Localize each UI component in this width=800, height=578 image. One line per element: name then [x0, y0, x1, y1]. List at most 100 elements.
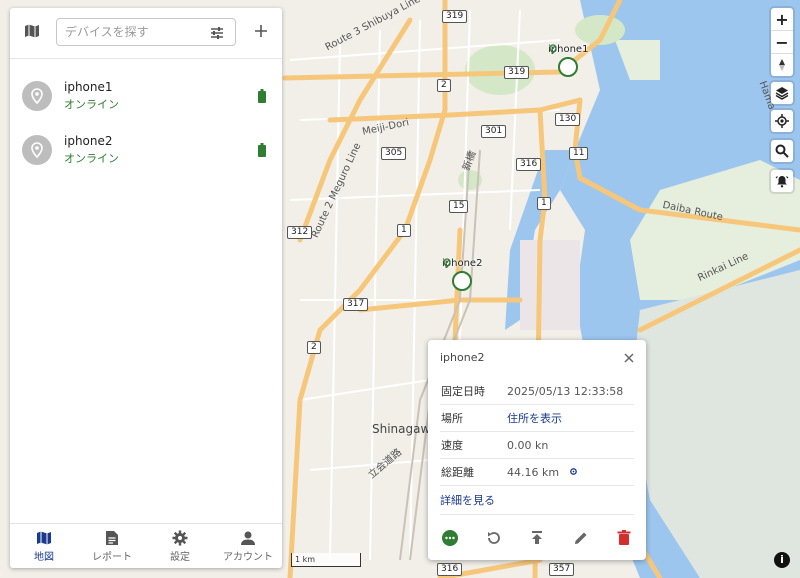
nav-account[interactable]: アカウント — [214, 524, 282, 568]
pencil-icon — [574, 532, 586, 544]
battery-full-icon — [258, 143, 266, 160]
nav-label: レポート — [92, 551, 132, 563]
crosshair-icon — [775, 114, 789, 128]
layers-button[interactable] — [771, 82, 793, 104]
zoom-controls: + − — [771, 8, 793, 76]
table-row: 場所 住所を表示 — [440, 404, 634, 432]
zoom-in-button[interactable]: + — [771, 8, 793, 31]
location-pin-icon — [443, 258, 473, 291]
delete-button[interactable] — [614, 528, 634, 548]
device-marker-iphone2[interactable]: iphone2 — [442, 258, 482, 291]
trash-icon — [617, 530, 631, 545]
view-details-link[interactable]: 詳細を見る — [440, 492, 634, 515]
add-device-button[interactable] — [254, 21, 268, 41]
popup-title: iphone2 — [440, 350, 485, 364]
road-shield: 1 — [537, 197, 551, 210]
zoom-out-button[interactable]: − — [771, 31, 793, 54]
popup-actions — [440, 528, 634, 548]
send-command-button[interactable] — [527, 528, 547, 548]
road-shield: 357 — [549, 563, 575, 576]
device-status: オンライン — [64, 98, 119, 111]
gear-icon — [172, 530, 188, 545]
layer-control — [771, 82, 793, 104]
report-icon — [106, 530, 118, 545]
map-icon — [37, 531, 51, 544]
device-popup: iphone2 固定日時 2025/05/13 12:33:58 場所 住所を表… — [428, 340, 646, 560]
more-options-button[interactable] — [440, 528, 460, 548]
location-pin-icon — [549, 44, 579, 77]
road-shield: 2 — [437, 79, 451, 92]
row-key: 場所 — [440, 404, 506, 432]
location-pin-icon — [31, 142, 43, 158]
nav-map[interactable]: 地図 — [10, 524, 78, 568]
battery-full-icon — [258, 89, 266, 106]
replay-icon — [487, 532, 500, 544]
road-shield: 301 — [481, 125, 507, 138]
nav-label: 設定 — [170, 551, 190, 563]
close-button[interactable] — [624, 348, 634, 367]
table-row: 総距離 44.16 km — [440, 458, 634, 486]
close-icon — [624, 352, 634, 363]
filter-button[interactable] — [209, 25, 225, 41]
search-icon — [775, 144, 789, 158]
device-list-item[interactable]: iphone1 オンライン — [10, 69, 282, 123]
road-shield: 15 — [449, 200, 469, 213]
map-search-button[interactable] — [771, 140, 793, 162]
device-name: iphone2 — [64, 134, 113, 148]
road-shield: 305 — [381, 147, 407, 160]
my-location-button[interactable] — [771, 110, 793, 132]
road-shield: 2 — [307, 341, 321, 354]
road-shield: 312 — [287, 226, 313, 239]
gear-icon — [569, 467, 577, 475]
road-shield: 319 — [442, 10, 468, 23]
more-horizontal-icon — [442, 530, 458, 546]
road-shield: 130 — [555, 113, 581, 126]
nav-label: アカウント — [223, 551, 273, 563]
compass-button[interactable] — [771, 54, 793, 76]
row-key: 速度 — [440, 431, 506, 459]
device-marker-iphone1[interactable]: iphone1 — [548, 44, 588, 77]
map-icon — [25, 24, 39, 38]
locate-control — [771, 110, 793, 132]
search-input[interactable] — [57, 19, 213, 45]
popup-header: iphone2 — [428, 340, 646, 374]
device-list-item[interactable]: iphone2 オンライン — [10, 123, 282, 177]
nav-settings[interactable]: 設定 — [146, 524, 214, 568]
tune-icon — [211, 27, 223, 39]
device-search-field[interactable] — [56, 18, 236, 46]
nav-reports[interactable]: レポート — [78, 524, 146, 568]
nav-label: 地図 — [34, 551, 54, 563]
popup-details-table: 固定日時 2025/05/13 12:33:58 場所 住所を表示 速度 0.0… — [440, 378, 634, 486]
location-pin-icon — [31, 88, 43, 104]
layers-icon — [775, 87, 789, 100]
replay-button[interactable] — [484, 528, 504, 548]
show-address-link[interactable]: 住所を表示 — [507, 412, 562, 425]
road-shield: 317 — [343, 298, 369, 311]
device-name: iphone1 — [64, 80, 113, 94]
edit-button[interactable] — [571, 528, 591, 548]
device-status: オンライン — [64, 152, 119, 165]
bell-alert-icon — [775, 176, 789, 188]
road-shield: 316 — [516, 158, 542, 171]
alarm-button[interactable] — [771, 170, 793, 192]
road-shield: 1 — [397, 224, 411, 237]
publish-icon — [532, 531, 542, 544]
row-value: 44.16 km — [507, 465, 560, 479]
row-value: 2025/05/13 12:33:58 — [506, 378, 634, 405]
compass-icon — [779, 59, 785, 71]
road-shield: 316 — [437, 563, 463, 576]
map-view-button[interactable] — [24, 23, 44, 43]
device-drawer: iphone1 オンライン iphone2 オンライン 地図 レポート 設定 — [10, 8, 282, 568]
drawer-toolbar — [10, 8, 282, 59]
device-avatar — [22, 135, 52, 165]
road-shield: 319 — [504, 66, 530, 79]
info-icon[interactable]: i — [774, 552, 790, 568]
plus-icon — [255, 25, 267, 37]
bottom-navigation: 地図 レポート 設定 アカウント — [10, 523, 282, 568]
row-key: 総距離 — [440, 458, 506, 486]
table-row: 速度 0.00 kn — [440, 431, 634, 459]
road-shield: 11 — [569, 147, 589, 160]
table-row: 固定日時 2025/05/13 12:33:58 — [440, 378, 634, 405]
notification-control — [771, 170, 793, 192]
settings-small-button[interactable] — [569, 466, 578, 479]
